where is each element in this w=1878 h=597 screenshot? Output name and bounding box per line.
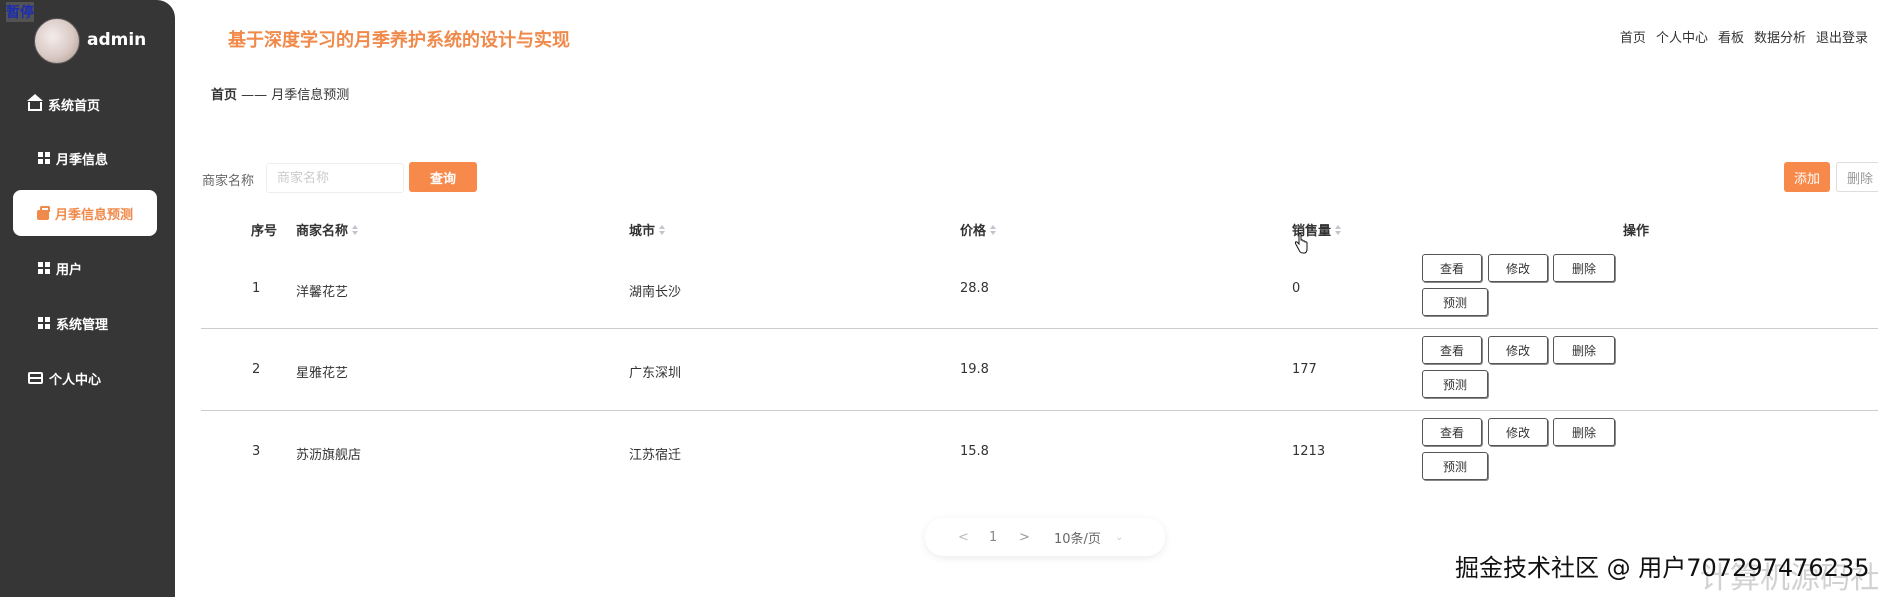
grid-icon (38, 317, 50, 329)
breadcrumb-home[interactable]: 首页 (211, 88, 237, 103)
cell-price: 15.8 (960, 444, 989, 459)
delete-button[interactable]: 删除 (1553, 418, 1615, 446)
view-button[interactable]: 查看 (1422, 418, 1482, 446)
pause-indicator: 暂停 (6, 2, 34, 22)
cell-sales: 177 (1292, 362, 1317, 377)
breadcrumb: 首页 —— 月季信息预测 (211, 84, 349, 103)
table-row: 2 星雅花艺 广东深圳 19.8 177 (201, 330, 1878, 412)
nav-home[interactable]: 首页 (1620, 27, 1646, 46)
row-divider (201, 410, 1878, 411)
sidebar-item-label: 系统管理 (56, 317, 109, 333)
sidebar-item-label: 个人中心 (49, 372, 102, 388)
sidebar-item-label: 月季信息 (56, 152, 109, 168)
sidebar-item-system[interactable]: 系统管理 (0, 300, 175, 346)
sidebar-item-rose-info[interactable]: 月季信息 (0, 135, 175, 181)
edit-button[interactable]: 修改 (1488, 336, 1548, 364)
prev-page-button[interactable]: < (958, 530, 969, 545)
cell-sales: 0 (1292, 281, 1301, 296)
sidebar-item-label: 系统首页 (48, 98, 101, 114)
breadcrumb-separator: —— (241, 88, 268, 103)
nav-profile[interactable]: 个人中心 (1656, 27, 1708, 46)
view-button[interactable]: 查看 (1422, 336, 1482, 364)
table-row: 3 苏沥旗舰店 江苏宿迁 15.8 1213 (201, 412, 1878, 494)
delete-button[interactable]: 删除 (1553, 254, 1615, 282)
sidebar-item-users[interactable]: 用户 (0, 245, 175, 291)
cell-index: 1 (252, 281, 261, 296)
cell-merchant: 洋馨花艺 (296, 285, 349, 300)
cell-price: 19.8 (960, 362, 989, 377)
cell-index: 3 (252, 444, 261, 459)
delete-button[interactable]: 删除 (1553, 336, 1615, 364)
grid-icon (38, 152, 50, 164)
pagination: < 1 > 10条/页 ⌄ (925, 518, 1165, 556)
edit-button[interactable]: 修改 (1488, 418, 1548, 446)
predict-button[interactable]: 预测 (1422, 288, 1488, 316)
sidebar-item-label: 月季信息预测 (55, 207, 134, 223)
sidebar-item-label: 用户 (56, 262, 83, 278)
nav-dashboard[interactable]: 看板 (1718, 27, 1744, 46)
search-label: 商家名称 (202, 174, 255, 189)
page-size-select[interactable]: 10条/页 (1054, 528, 1101, 547)
username: admin (87, 30, 147, 50)
view-button[interactable]: 查看 (1422, 254, 1482, 282)
sort-icon[interactable] (659, 224, 666, 235)
card-icon (28, 372, 43, 384)
column-header-index: 序号 (251, 224, 278, 239)
table-row: 1 洋馨花艺 湖南长沙 28.8 0 (201, 248, 1878, 330)
breadcrumb-current: 月季信息预测 (271, 88, 350, 103)
grid-icon (38, 262, 50, 274)
add-button[interactable]: 添加 (1784, 162, 1830, 192)
watermark: 掘金技术社区 @ 用户707297476235 (1455, 554, 1870, 582)
nav-logout[interactable]: 退出登录 (1816, 27, 1868, 46)
row-divider (201, 328, 1878, 329)
top-nav: 首页 个人中心 看板 数据分析 退出登录 (1620, 27, 1868, 46)
cell-city: 广东深圳 (629, 366, 682, 381)
cell-city: 江苏宿迁 (629, 448, 682, 463)
predict-button[interactable]: 预测 (1422, 452, 1488, 480)
page-number[interactable]: 1 (989, 530, 997, 545)
sort-icon[interactable] (990, 224, 997, 235)
sidebar-item-profile[interactable]: 个人中心 (0, 355, 175, 401)
sidebar-item-home[interactable]: 系统首页 (0, 81, 175, 127)
column-header-city[interactable]: 城市 (629, 220, 666, 239)
edit-button[interactable]: 修改 (1488, 254, 1548, 282)
sidebar-item-rose-prediction[interactable]: 月季信息预测 (13, 190, 157, 236)
cell-city: 湖南长沙 (629, 285, 682, 300)
column-header-price[interactable]: 价格 (960, 220, 997, 239)
avatar[interactable] (34, 18, 80, 64)
column-header-actions: 操作 (1623, 224, 1650, 239)
sort-icon[interactable] (352, 224, 359, 235)
query-button[interactable]: 查询 (409, 162, 477, 192)
cell-price: 28.8 (960, 281, 989, 296)
column-header-merchant[interactable]: 商家名称 (296, 220, 359, 239)
cell-merchant: 苏沥旗舰店 (296, 448, 362, 463)
merchant-search-input[interactable] (266, 163, 404, 193)
cell-sales: 1213 (1292, 444, 1326, 459)
cell-index: 2 (252, 362, 261, 377)
nav-analytics[interactable]: 数据分析 (1754, 27, 1806, 46)
chevron-down-icon: ⌄ (1115, 531, 1124, 543)
next-page-button[interactable]: > (1019, 530, 1030, 545)
app-title: 基于深度学习的月季养护系统的设计与实现 (228, 30, 570, 51)
home-icon (27, 94, 43, 111)
sort-icon[interactable] (1335, 224, 1342, 235)
bulk-delete-button[interactable]: 删除 (1836, 162, 1878, 192)
hand-cursor-icon (1294, 233, 1308, 254)
predict-button[interactable]: 预测 (1422, 370, 1488, 398)
sidebar: 暂停 admin 系统首页 月季信息 月季信息预测 用户 系统管理 个人中心 (0, 0, 175, 597)
cell-merchant: 星雅花艺 (296, 366, 349, 381)
bag-icon (37, 205, 50, 220)
